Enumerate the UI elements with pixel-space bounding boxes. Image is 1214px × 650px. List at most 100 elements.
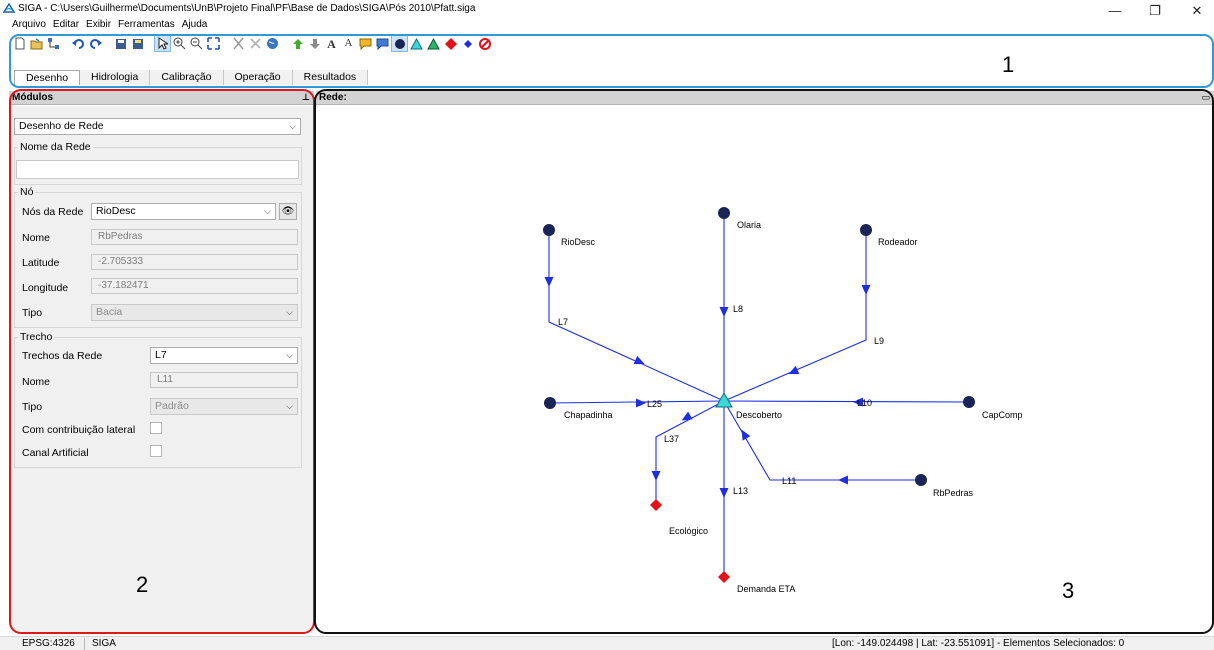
node-circle-tool-icon[interactable] [391, 35, 408, 52]
node-chapadinha[interactable]: Chapadinha [544, 397, 613, 420]
menu-editar[interactable]: Editar [53, 19, 79, 33]
new-file-icon[interactable] [12, 36, 27, 51]
basin-node-icon[interactable] [915, 474, 927, 486]
link-l8[interactable]: L8 [719, 213, 744, 401]
link-l25[interactable]: L25 [549, 398, 725, 410]
link-l13[interactable]: L13 [719, 401, 749, 577]
link-label: L37 [664, 434, 679, 444]
link-l7[interactable]: L7 [544, 230, 725, 402]
flow-arrow-icon [681, 411, 693, 421]
network-tree-icon[interactable] [46, 36, 61, 51]
node-ecol-gico[interactable]: Ecológico [650, 499, 708, 536]
select-pointer-icon[interactable] [154, 35, 171, 52]
node-label: Olaria [737, 220, 761, 230]
arrow-down-gray-icon[interactable] [307, 36, 322, 51]
status-divider [84, 638, 85, 650]
basin-node-icon[interactable] [543, 224, 555, 236]
network-map-title: Rede: [319, 92, 347, 103]
trecho-type-label: Tipo [22, 401, 43, 413]
font-increase-icon[interactable]: A [324, 36, 339, 51]
module-select-value: Desenho de Rede [19, 120, 104, 132]
tab-resultados[interactable]: Resultados [292, 70, 369, 85]
open-folder-icon[interactable] [29, 36, 44, 51]
restore-button[interactable]: ❐ [1138, 0, 1172, 22]
font-decrease-icon[interactable]: A [341, 36, 356, 51]
artificial-channel-checkbox[interactable] [150, 445, 162, 457]
eye-icon[interactable]: 👁 [279, 203, 297, 220]
save-as-icon[interactable] [130, 36, 145, 51]
link-l10[interactable]: L10 [723, 397, 970, 409]
longitude-field[interactable]: -37.182471 [91, 278, 298, 294]
flow-arrow-icon [636, 398, 646, 408]
close-button[interactable]: ✕ [1180, 0, 1214, 22]
trecho-name-field[interactable]: L11 [150, 372, 298, 388]
status-bar: EPSG:4326 SIGA [Lon: -149.024498 | Lat: … [0, 636, 1214, 650]
network-map[interactable]: L7 L8 L9 L25 L10 L37 L11 L13 RioDesc Olaria Rodead… [316, 106, 1214, 633]
node-demanda-eta[interactable]: Demanda ETA [718, 571, 795, 594]
lateral-contribution-checkbox[interactable] [150, 422, 162, 434]
trecho-select[interactable]: L7 ⌵ [150, 347, 298, 364]
globe-icon[interactable] [265, 36, 280, 51]
flow-arrow-icon [719, 488, 729, 498]
node-rbpedras[interactable]: RbPedras [915, 474, 974, 498]
latitude-field[interactable]: -2.705333 [91, 254, 298, 270]
undo-icon[interactable] [71, 36, 86, 51]
tab-desenho[interactable]: Desenho [14, 70, 81, 85]
basin-node-icon[interactable] [963, 396, 975, 408]
flow-arrow-icon [651, 471, 661, 481]
network-diagram[interactable]: L7 L8 L9 L25 L10 L37 L11 L13 RioDesc Olaria Rodead… [316, 106, 1214, 633]
node-riodesc[interactable]: RioDesc [543, 224, 596, 247]
toolbar-separator [66, 36, 67, 51]
restore-pane-icon[interactable]: ▭ [1201, 91, 1210, 104]
latitude-label: Latitude [22, 257, 60, 269]
demand-diamond-tool-icon[interactable] [443, 36, 458, 51]
menu-exibir[interactable]: Exibir [86, 19, 111, 33]
label-balloon-icon[interactable] [358, 36, 373, 51]
module-select[interactable]: Desenho de Rede ⌵ [14, 118, 301, 135]
tab-operacao[interactable]: Operação [223, 70, 293, 85]
basin-node-icon[interactable] [860, 224, 872, 236]
node-name-label: Nome [22, 232, 51, 244]
small-diamond-tool-icon[interactable] [460, 36, 475, 51]
flow-arrow-icon [719, 307, 729, 317]
arrow-up-green-icon[interactable] [290, 36, 305, 51]
cut-icon[interactable] [231, 36, 246, 51]
node-capcomp[interactable]: CapComp [963, 396, 1023, 420]
pin-icon[interactable]: ⊥ [302, 91, 310, 104]
link-label: L10 [857, 398, 872, 408]
zoom-out-icon[interactable] [189, 36, 204, 51]
group-trecho-label: Trecho [18, 331, 55, 343]
annotation-number-1: 1 [1002, 52, 1015, 77]
link-label: L11 [782, 476, 796, 486]
node-select[interactable]: RioDesc ⌵ [91, 203, 276, 220]
minimize-button[interactable]: — [1098, 0, 1132, 22]
tab-calibracao[interactable]: Calibração [150, 70, 224, 85]
menu-ajuda[interactable]: Ajuda [182, 19, 208, 33]
reservoir-node-icon[interactable] [715, 391, 733, 408]
node-rodeador[interactable]: Rodeador [860, 224, 918, 247]
zoom-in-icon[interactable] [172, 36, 187, 51]
delete-icon[interactable] [248, 36, 263, 51]
disable-icon[interactable] [477, 36, 492, 51]
save-icon[interactable] [113, 36, 128, 51]
basin-node-icon[interactable] [718, 207, 730, 219]
node-name-field[interactable]: RbPedras [91, 229, 298, 245]
demand-node-icon[interactable] [718, 571, 730, 583]
menu-ferramentas[interactable]: Ferramentas [118, 19, 175, 33]
reservoir-triangle-alt-tool-icon[interactable] [426, 36, 441, 51]
demand-node-icon[interactable] [650, 499, 662, 511]
node-descoberto[interactable]: Descoberto [715, 391, 782, 420]
comment-balloon-icon[interactable] [375, 36, 390, 51]
redo-icon[interactable] [88, 36, 103, 51]
tab-hidrologia[interactable]: Hidrologia [80, 70, 151, 85]
title-bar: SIGA - C:\Users\Guilherme\Documents\UnB\… [0, 0, 1214, 18]
menu-arquivo[interactable]: Arquivo [12, 19, 46, 33]
zoom-extent-icon[interactable] [206, 36, 221, 51]
group-nome-rede-label: Nome da Rede [18, 141, 93, 153]
basin-node-icon[interactable] [544, 397, 556, 409]
modules-panel-header: Módulos ⊥ [9, 91, 314, 105]
link-l9[interactable]: L9 [723, 230, 884, 402]
reservoir-triangle-tool-icon[interactable] [409, 36, 424, 51]
link-l37[interactable]: L37 [651, 400, 725, 505]
network-name-input[interactable] [16, 160, 299, 179]
